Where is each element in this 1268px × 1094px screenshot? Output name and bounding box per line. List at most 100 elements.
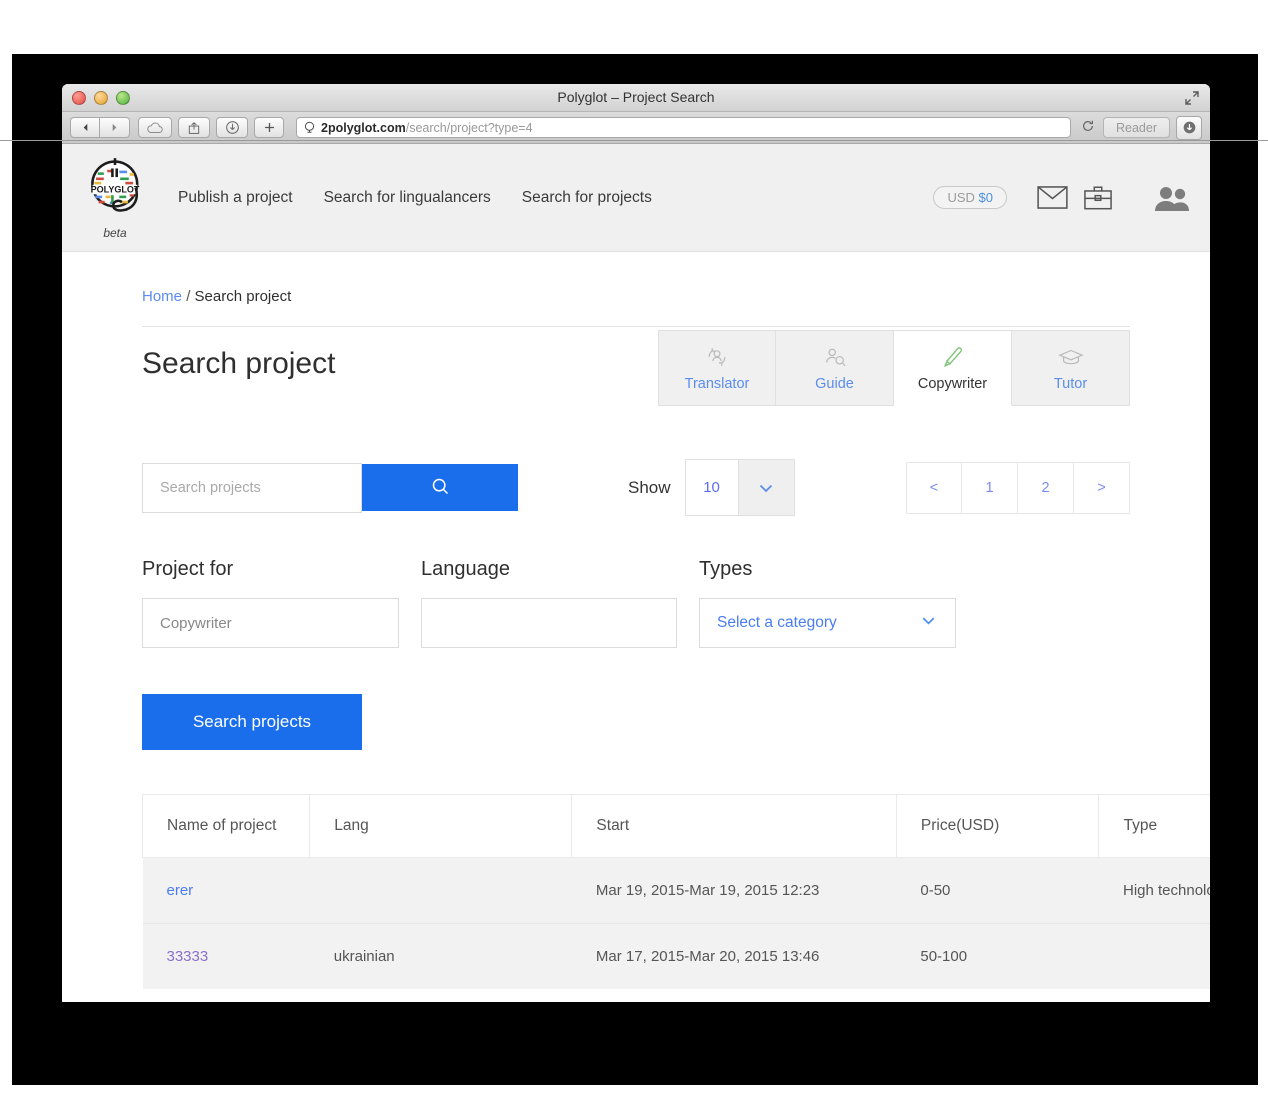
nav-item-search-projects[interactable]: Search for projects [522,189,652,207]
downloads-button[interactable] [1176,115,1202,140]
polyglot-logo-icon: POLYGLOT [91,157,140,212]
show-count-label: Show [628,477,671,497]
results-table: Name of project Lang Start Price(USD) Ty… [141,794,1210,990]
cell-project-name: erer [142,857,310,924]
search-submit-button[interactable] [362,464,518,512]
site-logo[interactable]: POLYGLOT beta [82,156,148,240]
nav-buttons-group[interactable] [70,117,130,138]
tab-guide[interactable]: Guide [776,330,894,406]
url-domain: 2polyglot.com [321,120,406,135]
cell-price: 0-50 [896,857,1099,924]
translate-person-icon [705,345,729,369]
header-right-actions: USD $0 [933,144,1190,251]
balance-currency: USD [947,190,975,205]
cell-type [1098,923,1210,990]
graduation-cap-icon [1057,345,1084,369]
tab-label: Translator [684,375,750,392]
page-title: Search project [142,347,336,381]
chevron-down-icon [919,611,938,635]
top-sites-button[interactable] [216,117,248,138]
tab-translator[interactable]: Translator [658,330,776,406]
browser-window: Polyglot – Project Search 2polyglot.com … [62,84,1210,1002]
screen-divider-line [0,140,1268,141]
browser-titlebar: Polyglot – Project Search [62,84,1210,112]
forward-button[interactable] [100,117,130,138]
show-count-select[interactable]: 10 [684,459,795,517]
pagination-prev[interactable]: < [906,461,962,514]
cell-start: Mar 19, 2015-Mar 19, 2015 12:23 [571,857,897,924]
user-account-icon[interactable] [1154,185,1190,211]
breadcrumb-current: Search project [194,288,292,305]
types-select-value: Select a category [717,614,837,632]
web-page: POLYGLOT beta Publish a project Search f… [62,144,1210,1002]
search-icon [430,476,451,500]
svg-text:POLYGLOT: POLYGLOT [91,184,140,194]
messages-icon[interactable] [1037,186,1068,209]
back-button[interactable] [70,117,100,138]
results-table-body: erer Mar 19, 2015-Mar 19, 2015 12:23 0-5… [142,857,1210,990]
icloud-tabs-button[interactable] [138,117,172,138]
person-search-icon [823,345,847,369]
cell-price: 50-100 [896,923,1099,990]
filter-row: Project for Language Types Select a cate… [142,558,1130,649]
cell-start: Mar 17, 2015-Mar 20, 2015 13:46 [571,923,897,990]
screenshot-root: Polyglot – Project Search 2polyglot.com … [0,0,1268,1094]
column-header-start[interactable]: Start [571,794,897,859]
language-input[interactable] [421,598,677,649]
project-link[interactable]: erer [167,882,194,899]
breadcrumb-separator: / [186,288,191,305]
nav-item-publish-project[interactable]: Publish a project [178,189,293,207]
nav-item-search-lingualancers[interactable]: Search for lingualancers [324,189,491,207]
reader-button[interactable]: Reader [1103,117,1170,138]
search-row: Show 10 < 1 2 > [142,459,1130,517]
site-header: POLYGLOT beta Publish a project Search f… [62,144,1210,252]
pagination-page-2[interactable]: 2 [1018,461,1074,514]
site-favicon [304,121,315,133]
tab-label: Copywriter [917,375,988,392]
project-for-input[interactable] [142,598,399,649]
category-tabs: Translator Guide Copywriter Tutor [658,330,1130,406]
share-button[interactable] [178,117,210,138]
column-header-name[interactable]: Name of project [141,794,311,859]
new-tab-button[interactable] [254,117,284,138]
types-select[interactable]: Select a category [699,598,956,649]
cell-lang: ukrainian [309,923,572,990]
filter-project-for: Project for [142,558,399,649]
pagination-page-1[interactable]: 1 [962,461,1018,514]
pen-icon [941,345,965,369]
filter-types: Types Select a category [699,558,956,649]
briefcase-icon[interactable] [1084,185,1112,210]
search-input[interactable] [142,462,362,513]
primary-nav: Publish a project Search for lingualance… [178,189,652,207]
tab-copywriter[interactable]: Copywriter [894,330,1012,406]
balance-amount: $0 [978,190,993,205]
tab-label: Guide [815,375,854,392]
page-content: Home / Search project Search project Tra… [62,252,1210,990]
table-row: 33333 ukrainian Mar 17, 2015-Mar 20, 201… [142,923,1210,990]
column-header-lang[interactable]: Lang [309,794,573,859]
show-count-value[interactable]: 10 [684,459,739,517]
table-header-row: Name of project Lang Start Price(USD) Ty… [141,794,1210,859]
window-title: Polyglot – Project Search [557,89,715,105]
table-row: erer Mar 19, 2015-Mar 19, 2015 12:23 0-5… [142,857,1210,924]
tab-tutor[interactable]: Tutor [1012,330,1130,406]
beta-badge: beta [103,225,127,240]
filter-language: Language [421,558,677,649]
pagination-next[interactable]: > [1074,461,1130,514]
pagination: < 1 2 > [906,461,1130,514]
balance-badge[interactable]: USD $0 [933,186,1007,209]
chevron-down-icon[interactable] [738,459,795,517]
search-projects-button[interactable]: Search projects [142,694,362,751]
column-header-type[interactable]: Type [1098,794,1210,859]
tab-label: Tutor [1053,375,1088,392]
url-path: /search/project?type=4 [405,120,533,135]
fullscreen-icon[interactable] [1184,90,1200,106]
column-header-price[interactable]: Price(USD) [895,794,1100,859]
address-bar[interactable]: 2polyglot.com /search/project?type=4 [296,117,1071,138]
breadcrumb-home[interactable]: Home [142,288,182,305]
results-table-head: Name of project Lang Start Price(USD) Ty… [141,794,1210,859]
breadcrumb: Home / Search project [142,252,1130,305]
project-link[interactable]: 33333 [167,948,209,965]
filter-label: Project for [142,558,234,581]
reload-icon[interactable] [1081,119,1095,136]
